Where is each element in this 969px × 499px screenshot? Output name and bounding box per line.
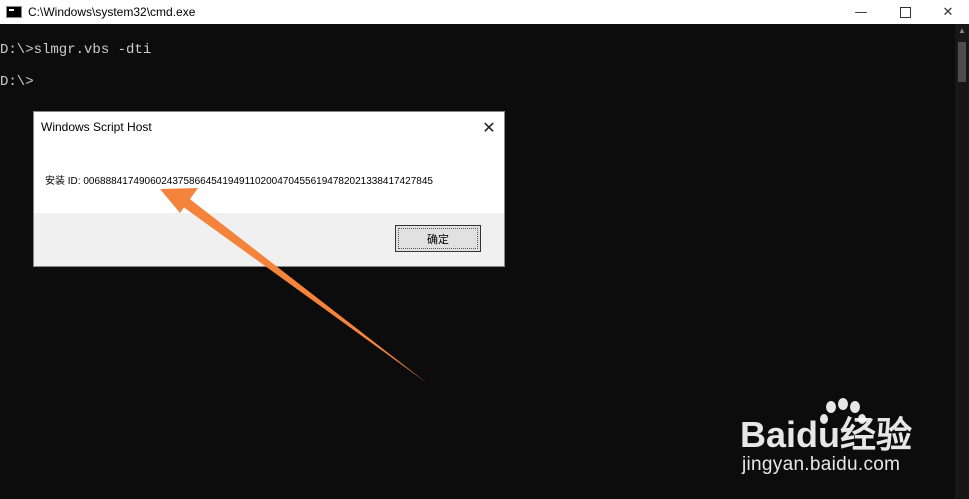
svg-text:Baidu经验: Baidu经验 (740, 414, 912, 455)
baidu-jingyan-logo: Baidu经验 (740, 398, 912, 455)
watermark-url: jingyan.baidu.com (742, 454, 901, 475)
